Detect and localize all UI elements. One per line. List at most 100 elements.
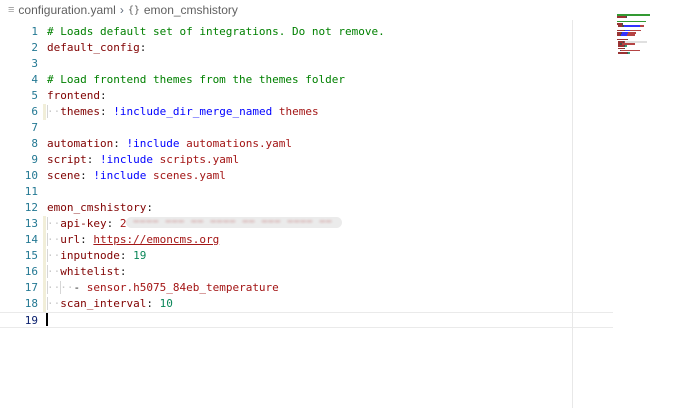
code-line[interactable]: 18··scan_interval: 10 bbox=[0, 296, 613, 312]
code-token: scripts.yaml bbox=[153, 153, 239, 166]
indent-whitespace: ·· bbox=[47, 265, 60, 278]
line-number[interactable]: 18 bbox=[0, 296, 38, 312]
minimap-line bbox=[617, 54, 653, 56]
code-token: scenes.yaml bbox=[146, 169, 225, 182]
code-token: : bbox=[113, 137, 120, 150]
code-line[interactable]: 4 # Load frontend themes from the themes … bbox=[0, 72, 613, 88]
code-line-text: ··whitelist: bbox=[38, 264, 126, 280]
code-line-text: default_config: bbox=[38, 40, 146, 56]
code-line-text: emon_cmshistory: bbox=[38, 200, 153, 216]
code-line[interactable]: 15··inputnode: 19 bbox=[0, 248, 613, 264]
code-line[interactable]: 14··url: https://emoncms.org bbox=[0, 232, 613, 248]
line-number[interactable]: 19 bbox=[0, 313, 38, 327]
url-link[interactable]: https://emoncms.org bbox=[93, 233, 219, 246]
breadcrumb-file[interactable]: configuration.yaml bbox=[18, 3, 115, 17]
symbol-object-icon: {} bbox=[128, 5, 140, 16]
code-line-text bbox=[38, 120, 47, 136]
code-token: : bbox=[146, 201, 153, 214]
code-line[interactable]: 9script: !include scripts.yaml bbox=[0, 152, 613, 168]
code-line[interactable]: 2default_config: bbox=[0, 40, 613, 56]
code-line[interactable]: 19 bbox=[0, 312, 613, 328]
indent-whitespace: ·· bbox=[60, 281, 73, 294]
code-line[interactable]: 16··whitelist: bbox=[0, 264, 613, 280]
code-token: !include bbox=[120, 137, 180, 150]
code-token: scan_interval bbox=[60, 297, 146, 310]
code-line-text: automation: !include automations.yaml bbox=[38, 136, 292, 152]
code-token: themes bbox=[60, 105, 100, 118]
indent-whitespace: ·· bbox=[47, 217, 60, 230]
code-token: url bbox=[60, 233, 80, 246]
code-line[interactable]: 3 bbox=[0, 56, 613, 72]
line-number[interactable]: 16 bbox=[0, 264, 38, 280]
code-editor[interactable]: 1# Loads default set of integrations. Do… bbox=[0, 20, 690, 408]
code-token: - bbox=[74, 281, 87, 294]
line-number[interactable]: 14 bbox=[0, 232, 38, 248]
code-line[interactable]: 13··api-key: 2‒‒‒‒ ‒‒‒ ‒‒ ‒‒‒‒ ‒‒ ‒‒‒ ‒‒… bbox=[0, 216, 613, 232]
code-lines: 1# Loads default set of integrations. Do… bbox=[0, 20, 690, 328]
column-ruler bbox=[572, 20, 573, 408]
code-token: sensor.h5075_84eb_temperature bbox=[87, 281, 279, 294]
indent-whitespace: ·· bbox=[47, 249, 60, 262]
code-token: 2 bbox=[113, 217, 126, 230]
code-line[interactable]: 12emon_cmshistory: bbox=[0, 200, 613, 216]
code-line[interactable]: 1# Loads default set of integrations. Do… bbox=[0, 24, 613, 40]
code-token: !include bbox=[93, 153, 153, 166]
line-number[interactable]: 15 bbox=[0, 248, 38, 264]
code-line-text: ··api-key: 2‒‒‒‒ ‒‒‒ ‒‒ ‒‒‒‒ ‒‒ ‒‒‒ ‒‒‒‒… bbox=[38, 216, 342, 232]
breadcrumb: ≡ configuration.yaml › {} emon_cmshistor… bbox=[0, 0, 690, 20]
indent-whitespace: ·· bbox=[47, 281, 60, 294]
line-number[interactable]: 17 bbox=[0, 280, 38, 296]
code-token: !include bbox=[87, 169, 147, 182]
line-number[interactable]: 5 bbox=[0, 88, 38, 104]
line-number[interactable]: 6 bbox=[0, 104, 38, 120]
line-number[interactable]: 1 bbox=[0, 24, 38, 40]
code-token: emon_cmshistory bbox=[47, 201, 146, 214]
code-token: : bbox=[100, 89, 107, 102]
indent-whitespace: ·· bbox=[47, 233, 60, 246]
line-number[interactable]: 7 bbox=[0, 120, 38, 136]
code-token: # Load frontend themes from the themes f… bbox=[47, 73, 345, 86]
code-line[interactable]: 10scene: !include scenes.yaml bbox=[0, 168, 613, 184]
code-token: frontend bbox=[47, 89, 100, 102]
code-line-text bbox=[38, 184, 47, 200]
line-number[interactable]: 12 bbox=[0, 200, 38, 216]
code-token: : bbox=[120, 265, 127, 278]
file-list-icon: ≡ bbox=[8, 4, 13, 16]
code-line-text: scene: !include scenes.yaml bbox=[38, 168, 226, 184]
minimap[interactable] bbox=[617, 14, 653, 56]
line-number[interactable]: 3 bbox=[0, 56, 38, 72]
indent-whitespace: ·· bbox=[47, 105, 60, 118]
line-number[interactable]: 11 bbox=[0, 184, 38, 200]
code-line-text: ··url: https://emoncms.org bbox=[38, 232, 219, 248]
indent-whitespace: ·· bbox=[47, 297, 60, 310]
code-token: : bbox=[80, 233, 87, 246]
code-token: automation bbox=[47, 137, 113, 150]
code-token: inputnode bbox=[60, 249, 120, 262]
breadcrumb-symbol[interactable]: emon_cmshistory bbox=[144, 3, 238, 17]
code-line[interactable]: 17····- sensor.h5075_84eb_temperature bbox=[0, 280, 613, 296]
line-number[interactable]: 2 bbox=[0, 40, 38, 56]
code-line-text: ····- sensor.h5075_84eb_temperature bbox=[38, 280, 279, 296]
code-line[interactable]: 5 frontend: bbox=[0, 88, 613, 104]
code-line[interactable]: 7 bbox=[0, 120, 613, 136]
code-line[interactable]: 6··themes: !include_dir_merge_named them… bbox=[0, 104, 613, 120]
line-number[interactable]: 13 bbox=[0, 216, 38, 232]
line-number[interactable]: 10 bbox=[0, 168, 38, 184]
code-token: themes bbox=[272, 105, 318, 118]
line-number[interactable]: 4 bbox=[0, 72, 38, 88]
code-token: !include_dir_merge_named bbox=[113, 105, 272, 118]
code-token: scene bbox=[47, 169, 80, 182]
line-number[interactable]: 9 bbox=[0, 152, 38, 168]
code-line[interactable]: 11 bbox=[0, 184, 613, 200]
code-line-text: ··scan_interval: 10 bbox=[38, 296, 173, 312]
code-token: : bbox=[140, 41, 147, 54]
line-number[interactable]: 8 bbox=[0, 136, 38, 152]
code-line-text: # Load frontend themes from the themes f… bbox=[38, 72, 345, 88]
code-token: : bbox=[146, 297, 153, 310]
code-token: automations.yaml bbox=[179, 137, 292, 150]
code-line-text: script: !include scripts.yaml bbox=[38, 152, 239, 168]
code-token: api-key bbox=[60, 217, 106, 230]
code-token: : bbox=[100, 105, 107, 118]
code-token: default_config bbox=[47, 41, 140, 54]
code-line[interactable]: 8automation: !include automations.yaml bbox=[0, 136, 613, 152]
